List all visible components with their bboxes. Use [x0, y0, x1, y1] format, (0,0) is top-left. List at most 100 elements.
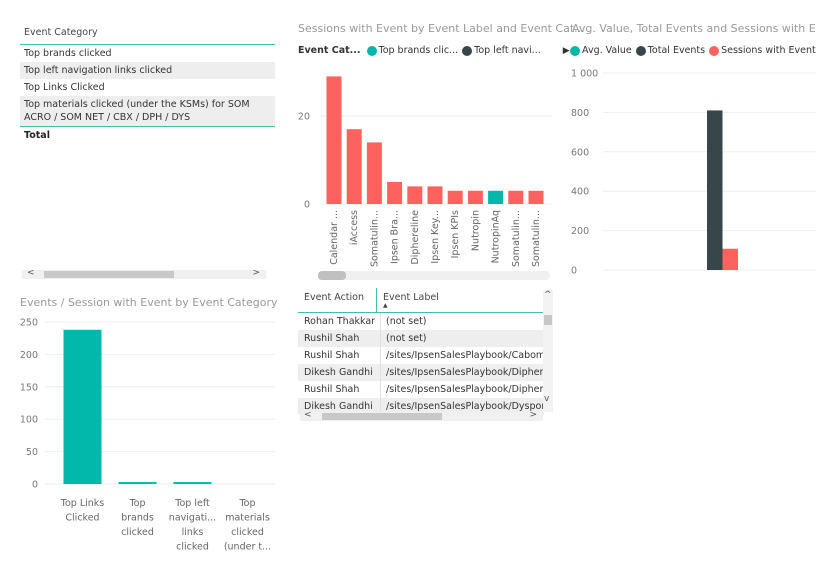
table-row[interactable]: Top Links Clicked: [20, 79, 275, 96]
bar: [366, 142, 382, 204]
events-per-session-chart: 0 50 100 150 200 250 Top Links Clicked Top brands…: [20, 318, 275, 553]
x-tick-label: Top: [128, 498, 145, 509]
bar: [407, 186, 423, 204]
x-tick-label: Top left: [174, 498, 210, 509]
x-tick-label: Top Links: [60, 498, 105, 509]
legend-item[interactable]: Total Events: [648, 45, 705, 56]
sessions-by-label-chart: 0 20 Calendar ... iAccess Somatulin... Ipsen …: [298, 76, 552, 267]
scrollbar-thumb[interactable]: [544, 315, 552, 325]
legend-dot-red-icon: [709, 45, 720, 56]
cell-event-action: Rohan Thakkar: [304, 316, 376, 327]
scroll-left-arrow[interactable]: <: [304, 410, 312, 420]
event-category-table: Event Category Top brands clicked Top le…: [20, 22, 275, 144]
legend-title: Event Cat...: [298, 45, 361, 56]
bar: [118, 482, 157, 484]
chart-legend: Avg. Value Total Events Sessions with Ev…: [568, 45, 816, 56]
chart-title: Sessions with Event by Event Label and E…: [298, 22, 585, 35]
x-tick-label: Top: [238, 498, 255, 509]
x-tick-label: (under t...: [224, 542, 271, 553]
bar: [488, 190, 504, 204]
bar: [528, 190, 544, 204]
y-tick-label: 0: [304, 200, 310, 211]
legend-item[interactable]: Sessions with Event: [721, 45, 816, 56]
x-tick-label: Nutropin: [470, 210, 481, 251]
scrollbar-thumb[interactable]: [322, 413, 442, 420]
bar: [387, 182, 403, 204]
bar: [346, 129, 362, 204]
chart-horizontal-scrollbar[interactable]: [318, 271, 550, 280]
chart-title: Events / Session with Event by Event Cat…: [20, 296, 278, 309]
legend-item[interactable]: Top brands clic...: [379, 45, 459, 56]
x-tick-label: Ipsen KPIs: [450, 210, 461, 258]
table-row[interactable]: Top left navigation links clicked: [20, 62, 275, 79]
x-tick-label: Somatulin...: [511, 210, 522, 267]
x-tick-label: brands: [121, 513, 154, 524]
mid-table-horizontal-scrollbar[interactable]: < >: [300, 410, 543, 421]
x-tick-label: Clicked: [65, 513, 99, 524]
scroll-left-arrow[interactable]: <: [27, 268, 35, 278]
scrollbar-thumb[interactable]: [44, 271, 174, 278]
x-tick-label: iAccess: [349, 210, 360, 245]
x-tick-label: Ipsen Bra...: [390, 210, 401, 264]
legend-dot-teal-icon: [366, 45, 377, 56]
y-tick-label: 250: [20, 318, 38, 329]
bar: [427, 186, 443, 204]
cell-event-action: Rushil Shah: [304, 350, 360, 361]
x-tick-label: clicked: [176, 542, 209, 553]
event-action-label-table: Event Action Event Label ▲ Rohan Thakkar…: [298, 288, 544, 415]
bar: [63, 329, 102, 484]
legend-dot-teal-icon: [570, 45, 580, 56]
bar: [173, 482, 212, 484]
y-tick-label: 200: [20, 350, 38, 361]
scroll-down-arrow[interactable]: v: [544, 394, 549, 404]
x-tick-label: clicked: [121, 527, 154, 538]
bar: [508, 190, 524, 204]
legend-item[interactable]: Avg. Value: [582, 45, 632, 56]
cell-event-label: /sites/IpsenSalesPlaybook/Diphereline: [380, 381, 544, 398]
bar-total-events: [707, 110, 723, 271]
scroll-up-arrow[interactable]: ^: [544, 290, 552, 300]
scrollbar-thumb[interactable]: [318, 271, 346, 280]
scroll-right-arrow[interactable]: >: [252, 268, 260, 278]
cell-event-label: (not set): [380, 313, 544, 330]
table-row[interactable]: Top materials clicked (under the KSMs) f…: [20, 96, 275, 126]
cell-event-action: Dikesh Gandhi: [304, 367, 373, 378]
column-header-event-label[interactable]: Event Label ▲: [376, 288, 544, 312]
cell-event-label: /sites/IpsenSalesPlaybook/Cabomety: [380, 347, 544, 364]
x-tick-label: links: [182, 527, 204, 538]
scroll-right-arrow[interactable]: >: [529, 410, 537, 420]
cell-event-label: /sites/IpsenSalesPlaybook/Diphereline: [380, 364, 544, 381]
y-tick-label: 200: [571, 226, 589, 237]
bar-sessions-with-event: [722, 248, 738, 270]
cell-event-action: Rushil Shah: [304, 333, 360, 344]
column-header-label: Event Label: [383, 292, 439, 303]
legend-dot-dark-icon: [635, 45, 646, 56]
x-tick-label: navigati...: [169, 513, 216, 524]
y-tick-label: 800: [571, 108, 589, 119]
table-total-row: Total: [20, 126, 275, 144]
y-tick-label: 0: [32, 480, 38, 491]
avg-total-sessions-chart: 0 200 400 600 800 1 000: [571, 69, 816, 277]
x-tick-label: clicked: [231, 527, 264, 538]
chart-legend: Event Cat... Top brands clic... Top left…: [298, 45, 570, 56]
cell-event-label: (not set): [380, 330, 544, 347]
bar: [467, 190, 483, 204]
x-tick-label: NutropinAq: [491, 210, 502, 263]
x-tick-label: Calendar ...: [329, 210, 340, 265]
left-table-horizontal-scrollbar[interactable]: < >: [22, 268, 266, 279]
x-tick-label: Diphereline: [410, 210, 421, 265]
x-tick-label: Ipsen Key...: [430, 210, 441, 264]
y-tick-label: 20: [298, 112, 310, 123]
column-header-event-category[interactable]: Event Category: [20, 22, 275, 45]
sort-ascending-icon: ▲: [383, 302, 388, 309]
bar: [447, 190, 463, 204]
table-row[interactable]: Top brands clicked: [20, 45, 275, 62]
legend-dot-dark-icon: [462, 45, 473, 56]
y-tick-label: 400: [571, 187, 589, 198]
x-tick-label: Somatulin...: [531, 210, 542, 267]
column-header-event-action[interactable]: Event Action: [298, 288, 376, 312]
y-tick-label: 600: [571, 147, 589, 158]
y-tick-label: 150: [20, 382, 38, 393]
legend-item[interactable]: Top left navi...: [474, 45, 541, 56]
mid-table-vertical-scrollbar[interactable]: ^ v: [543, 290, 553, 412]
